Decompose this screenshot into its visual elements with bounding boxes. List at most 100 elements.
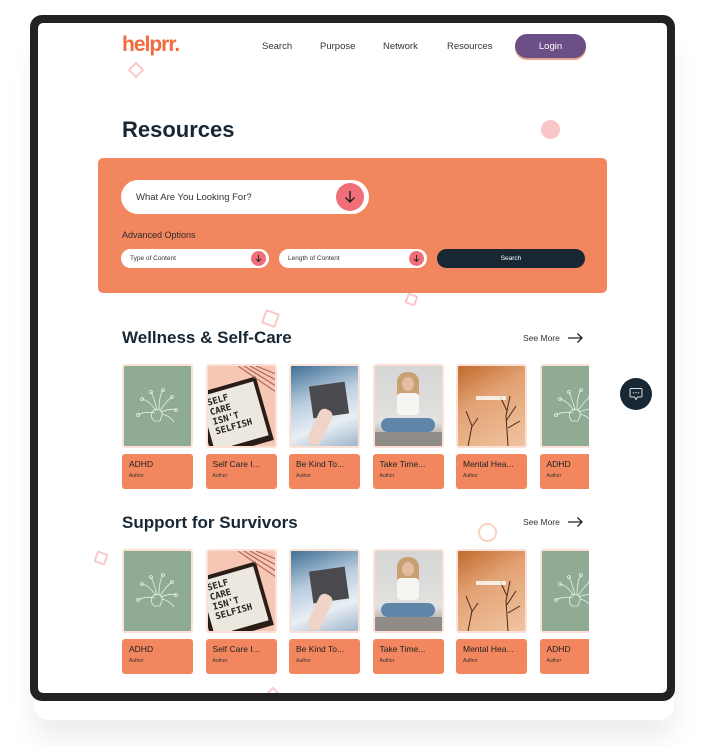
resource-card[interactable]: SELF CARE ISN'T SELFISH Self Care I... Author [205,549,277,674]
see-more-label: See More [523,333,560,343]
resource-title: Self Care I... [212,644,260,654]
nav-network[interactable]: Network [383,41,418,52]
resource-thumbnail[interactable]: SELF CARE ISN'T SELFISH [205,549,277,633]
resource-title: Be Kind To... [296,644,345,654]
resource-title: ADHD [129,459,154,469]
nav-purpose[interactable]: Purpose [320,41,355,52]
arrow-down-icon [251,251,266,266]
resource-card[interactable]: ADHD Author [122,364,193,489]
resource-title: Mental Hea... [463,644,514,654]
arrow-down-icon [409,251,424,266]
resource-title: Take Time... [379,644,426,654]
resource-thumbnail[interactable] [289,549,360,633]
advanced-options-label: Advanced Options [122,230,196,240]
resource-thumbnail[interactable] [372,364,444,448]
resource-author: Author [546,473,562,479]
resource-info: Mental Hea... Author [456,639,527,674]
card-row-survivors: ADHD Author SELF CARE ISN'T SELFISH Self Care … [122,549,589,679]
resource-info: Take Time... Author [372,454,444,489]
resource-author: Author [212,658,228,664]
search-button[interactable]: Search [437,249,585,268]
decorative-diamond [127,61,145,79]
resource-card[interactable]: Take Time... Author [372,549,444,674]
nav-search[interactable]: Search [262,41,292,52]
resource-author: Author [296,658,311,664]
chat-button[interactable] [620,378,652,410]
resource-card[interactable]: ADHD Author [539,364,589,489]
resource-author: Author [463,658,478,664]
resource-thumbnail[interactable] [456,549,527,633]
resource-title: Mental Hea... [463,459,514,469]
resource-info: ADHD Author [122,639,193,674]
browser-screen: helprr. Search Purpose Network Resources… [38,23,667,693]
arrow-down-icon [345,191,355,203]
length-of-content-select[interactable]: Length of Content [279,249,427,268]
resource-info: ADHD Author [539,454,589,489]
resource-thumbnail[interactable] [122,364,193,448]
resource-thumbnail[interactable] [456,364,527,448]
resource-thumbnail[interactable] [372,549,444,633]
section-title-survivors: Support for Survivors [122,513,298,532]
resource-title: Take Time... [379,459,426,469]
resource-title: ADHD [546,459,571,469]
see-more-wellness[interactable]: See More [523,333,583,343]
resource-author: Author [379,658,395,664]
decorative-diamond [264,686,282,693]
decorative-circle [541,120,560,139]
decorative-square [260,308,281,329]
resource-author: Author [212,473,228,479]
resource-card[interactable]: Mental Hea... Author [456,364,527,489]
resource-card[interactable]: SELF CARE ISN'T SELFISH Self Care I... Author [205,364,277,489]
section-title-wellness: Wellness & Self-Care [122,328,292,347]
resource-title: Self Care I... [212,459,260,469]
page-title: Resources [122,117,235,142]
resource-info: Mental Hea... Author [456,454,527,489]
resource-author: Author [129,658,144,664]
nav-resources[interactable]: Resources [447,41,492,52]
resource-title: ADHD [129,644,154,654]
resource-info: Be Kind To... Author [289,639,360,674]
see-more-label: See More [523,517,560,527]
resource-card[interactable]: ADHD Author [539,549,589,674]
login-button[interactable]: Login [515,34,586,58]
resource-info: Be Kind To... Author [289,454,360,489]
resource-thumbnail[interactable]: SELF CARE ISN'T SELFISH [205,364,277,448]
decorative-square [93,550,109,566]
resource-author: Author [296,473,311,479]
search-input[interactable]: What Are You Looking For? [121,180,369,214]
resource-author: Author [379,473,395,479]
resource-card[interactable]: Be Kind To... Author [289,364,360,489]
resource-author: Author [546,658,562,664]
type-select-value: Type of Content [130,255,176,262]
search-dropdown-button[interactable] [336,183,364,211]
resource-info: Take Time... Author [372,639,444,674]
resource-info: Self Care I... Author [205,454,277,489]
resource-author: Author [463,473,478,479]
chat-bubble-icon [629,388,643,401]
decorative-ring [478,523,497,542]
search-panel: What Are You Looking For? Advanced Optio… [98,158,607,293]
type-of-content-select[interactable]: Type of Content [121,249,269,268]
resource-thumbnail[interactable] [122,549,193,633]
resource-info: Self Care I... Author [205,639,277,674]
length-select-value: Length of Content [288,255,340,262]
arrow-right-icon [567,333,583,343]
search-placeholder: What Are You Looking For? [136,191,252,203]
arrow-right-icon [567,517,583,527]
resource-title: Be Kind To... [296,459,345,469]
resource-title: ADHD [546,644,571,654]
resource-card[interactable]: Be Kind To... Author [289,549,360,674]
decorative-square [404,292,419,307]
resource-thumbnail[interactable] [539,549,589,633]
resource-thumbnail[interactable] [539,364,589,448]
resource-card[interactable]: Mental Hea... Author [456,549,527,674]
resource-thumbnail[interactable] [289,364,360,448]
see-more-survivors[interactable]: See More [523,517,583,527]
resource-card[interactable]: ADHD Author [122,549,193,674]
logo[interactable]: helprr. [122,33,180,57]
card-row-wellness: ADHD Author SELF CARE ISN'T SELFISH Self Care … [122,364,589,494]
resource-info: ADHD Author [122,454,193,489]
resource-info: ADHD Author [539,639,589,674]
resource-card[interactable]: Take Time... Author [372,364,444,489]
resource-author: Author [129,473,144,479]
